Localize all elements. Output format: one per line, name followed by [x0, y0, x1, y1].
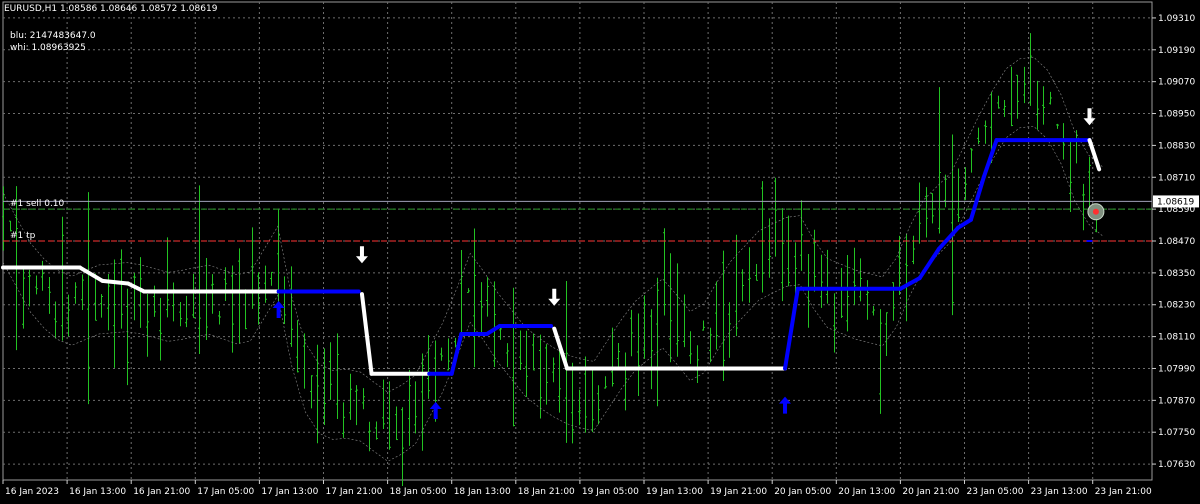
time-label: 20 Jan 05:00 — [774, 487, 831, 497]
buy-arrow-icon — [272, 301, 285, 319]
sell-order-label: #1 sell 0.10 — [10, 199, 65, 209]
time-label: 18 Jan 05:00 — [390, 487, 447, 497]
price-label: 1.08230 — [1158, 301, 1195, 311]
price-label: 1.09070 — [1158, 78, 1195, 88]
time-label: 23 Jan 05:00 — [967, 487, 1024, 497]
price-label: 1.07630 — [1158, 460, 1195, 470]
time-label: 23 Jan 13:00 — [1031, 487, 1088, 497]
price-label: 1.08710 — [1158, 173, 1195, 183]
time-label: 16 Jan 2023 — [5, 487, 59, 497]
position-marker-dot — [1092, 208, 1099, 215]
price-label: 1.08950 — [1158, 110, 1195, 120]
time-label: 18 Jan 13:00 — [454, 487, 511, 497]
price-label: 1.08110 — [1158, 333, 1195, 343]
sell-arrow-icon — [1083, 108, 1096, 126]
trend-segment-white — [100, 278, 130, 286]
tp-order-label: #1 tp — [10, 231, 36, 241]
blu-value-label: blu: 2147483647.0 — [10, 31, 96, 41]
time-label: 20 Jan 21:00 — [902, 487, 959, 497]
time-label: 23 Jan 21:00 — [1095, 487, 1152, 497]
time-label: 19 Jan 05:00 — [582, 487, 639, 497]
time-label: 16 Jan 13:00 — [69, 487, 126, 497]
trend-segment-white — [125, 281, 147, 294]
trend-segment-blue — [981, 138, 999, 180]
price-label: 1.07750 — [1158, 428, 1195, 438]
price-label: 1.08470 — [1158, 237, 1195, 247]
time-label: 20 Jan 13:00 — [838, 487, 895, 497]
price-label: 1.09190 — [1158, 46, 1195, 56]
chart-canvas[interactable]: 1.09310 1.09190 1.09070 1.08950 1.08830 1.087… — [0, 0, 1200, 500]
buy-arrow-icon — [779, 396, 792, 414]
price-chart[interactable]: 1.09310 1.09190 1.09070 1.08950 1.08830 1.087… — [0, 0, 1200, 500]
time-label: 17 Jan 05:00 — [197, 487, 254, 497]
sell-arrow-icon — [548, 288, 561, 306]
trend-segment-blue — [917, 246, 941, 281]
trend-segment-blue — [449, 331, 464, 376]
buy-arrow-icon — [429, 401, 442, 419]
trend-segment-blue — [898, 276, 922, 291]
time-label: 18 Jan 21:00 — [518, 487, 575, 497]
current-price-label: 1.08619 — [1157, 197, 1194, 207]
trend-segment-blue — [968, 175, 986, 222]
envelope-upper — [2, 56, 1103, 393]
sell-arrow-icon — [355, 246, 368, 264]
time-label: 16 Jan 21:00 — [133, 487, 190, 497]
price-label: 1.09310 — [1158, 14, 1195, 24]
price-label: 1.07990 — [1158, 364, 1195, 374]
time-label: 19 Jan 13:00 — [646, 487, 703, 497]
trend-segment-white — [552, 326, 570, 371]
price-label: 1.08830 — [1158, 141, 1195, 151]
trend-segment-blue — [783, 286, 800, 371]
time-label: 17 Jan 21:00 — [326, 487, 383, 497]
whi-value-label: whi: 1.08963925 — [10, 43, 86, 53]
trend-segment-blue — [936, 225, 961, 251]
time-label: 19 Jan 21:00 — [710, 487, 767, 497]
price-label: 1.07870 — [1158, 396, 1195, 406]
time-label: 17 Jan 13:00 — [261, 487, 318, 497]
trend-segment-blue — [484, 323, 502, 336]
trend-segment-white — [77, 265, 105, 283]
trend-segment-white — [359, 292, 374, 376]
symbol-header: EURUSD,H1 1.08586 1.08646 1.08572 1.0861… — [4, 4, 218, 14]
price-label: 1.08350 — [1158, 269, 1195, 279]
